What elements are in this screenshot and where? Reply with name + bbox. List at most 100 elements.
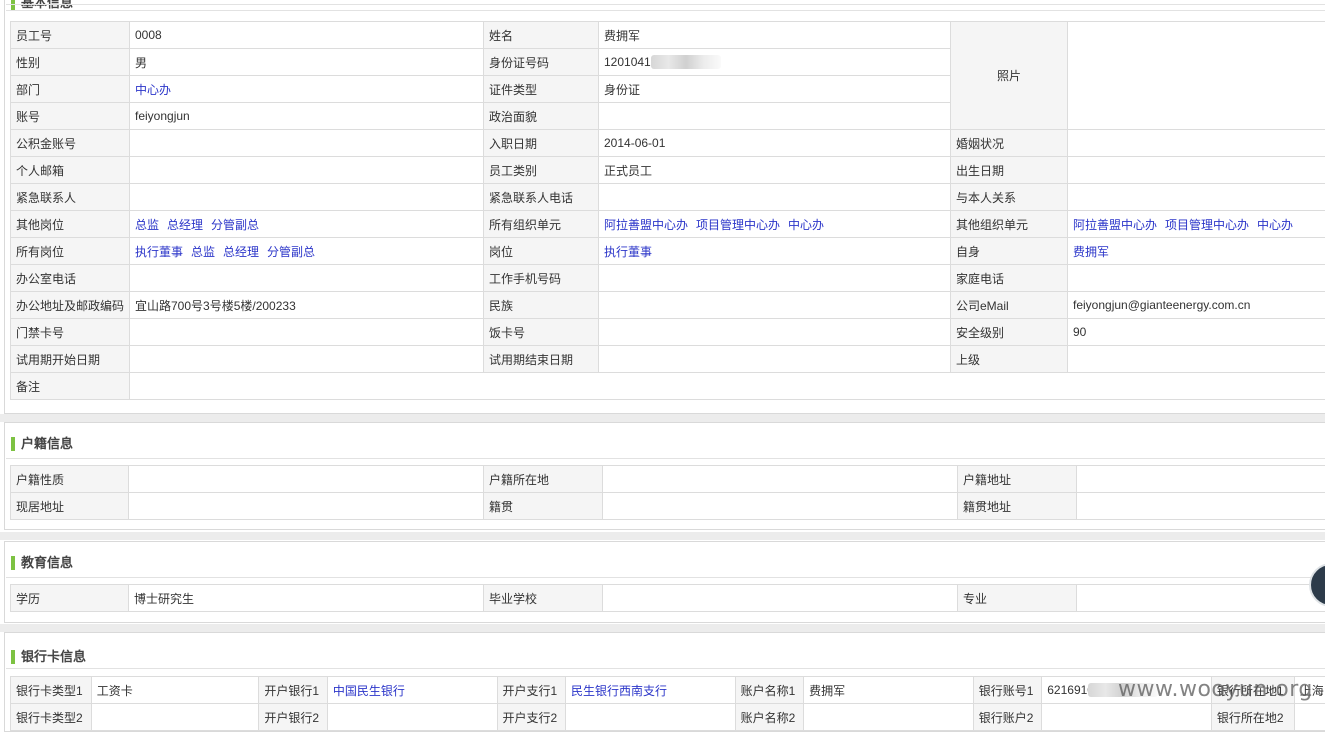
account-label: 账号 bbox=[11, 103, 130, 130]
education-table: 学历 博士研究生 毕业学校 专业 bbox=[10, 584, 1325, 612]
table-row: 个人邮箱 员工类别 正式员工 出生日期 bbox=[11, 157, 1325, 184]
marital-value bbox=[1068, 130, 1325, 157]
other-unit-link[interactable]: 项目管理中心办 bbox=[1165, 218, 1249, 232]
marital-label: 婚姻状况 bbox=[951, 130, 1068, 157]
holder-value: 费拥军 bbox=[804, 677, 974, 704]
card-type-value bbox=[91, 704, 259, 731]
other-post-link[interactable]: 总经理 bbox=[167, 218, 203, 232]
id-no-label: 身份证号码 bbox=[484, 49, 599, 76]
section-marker bbox=[11, 650, 15, 664]
acct-label: 银行账户2 bbox=[973, 704, 1041, 731]
household-location-label: 户籍所在地 bbox=[484, 466, 603, 493]
all-unit-link[interactable]: 阿拉善盟中心办 bbox=[604, 218, 688, 232]
other-units-cell: 阿拉善盟中心办项目管理中心办中心办 bbox=[1068, 211, 1325, 238]
other-posts-label: 其他岗位 bbox=[11, 211, 130, 238]
security-value: 90 bbox=[1068, 319, 1325, 346]
all-post-link[interactable]: 执行董事 bbox=[135, 245, 183, 259]
table-row: 员工号 0008 姓名 费拥军 照片 bbox=[11, 22, 1325, 49]
bank-label: 开户银行2 bbox=[259, 704, 327, 731]
political-value bbox=[599, 103, 951, 130]
meal-card-label: 饭卡号 bbox=[484, 319, 599, 346]
table-row: 现居地址 籍贯 籍贯地址 bbox=[11, 493, 1325, 520]
post-label: 岗位 bbox=[484, 238, 599, 265]
school-value bbox=[603, 585, 958, 612]
office-addr-label: 办公地址及邮政编码 bbox=[11, 292, 130, 319]
post-link[interactable]: 执行董事 bbox=[604, 245, 652, 259]
branch-label: 开户支行1 bbox=[497, 677, 565, 704]
all-unit-link[interactable]: 中心办 bbox=[788, 218, 824, 232]
section-marker bbox=[11, 437, 15, 451]
other-unit-link[interactable]: 中心办 bbox=[1257, 218, 1293, 232]
major-value bbox=[1077, 585, 1325, 612]
all-post-link[interactable]: 总经理 bbox=[223, 245, 259, 259]
remark-value bbox=[130, 373, 1325, 400]
photo-label: 照片 bbox=[951, 22, 1068, 130]
emergency-phone-label: 紧急联系人电话 bbox=[484, 184, 599, 211]
employee-no-value: 0008 bbox=[130, 22, 484, 49]
self-link[interactable]: 费拥军 bbox=[1073, 245, 1109, 259]
table-row: 备注 bbox=[11, 373, 1325, 400]
personal-email-label: 个人邮箱 bbox=[11, 157, 130, 184]
household-location-value bbox=[603, 466, 958, 493]
card-type-label: 银行卡类型1 bbox=[11, 677, 92, 704]
all-post-link[interactable]: 总监 bbox=[191, 245, 215, 259]
relation-label: 与本人关系 bbox=[951, 184, 1068, 211]
name-label: 姓名 bbox=[484, 22, 599, 49]
other-post-link[interactable]: 总监 bbox=[135, 218, 159, 232]
table-row: 所有岗位 执行董事总监总经理分管副总 岗位 执行董事 自身 费拥军 bbox=[11, 238, 1325, 265]
holder-value bbox=[804, 704, 974, 731]
id-no-cell: 12010419 bbox=[599, 49, 951, 76]
emergency-phone-value bbox=[599, 184, 951, 211]
emergency-label: 紧急联系人 bbox=[11, 184, 130, 211]
bank-label: 开户银行1 bbox=[259, 677, 327, 704]
trial-end-label: 试用期结束日期 bbox=[484, 346, 599, 373]
dept-link[interactable]: 中心办 bbox=[135, 83, 171, 97]
all-units-label: 所有组织单元 bbox=[484, 211, 599, 238]
household-nature-label: 户籍性质 bbox=[11, 466, 129, 493]
birth-label: 出生日期 bbox=[951, 157, 1068, 184]
table-row: 其他岗位 总监总经理分管副总 所有组织单元 阿拉善盟中心办项目管理中心办中心办 … bbox=[11, 211, 1325, 238]
home-phone-value bbox=[1068, 265, 1325, 292]
emp-type-value: 正式员工 bbox=[599, 157, 951, 184]
table-row: 户籍性质 户籍所在地 户籍地址 bbox=[11, 466, 1325, 493]
household-table: 户籍性质 户籍所在地 户籍地址 现居地址 籍贯 籍贯地址 bbox=[10, 465, 1325, 520]
superior-value bbox=[1068, 346, 1325, 373]
basic-info-table: 员工号 0008 姓名 费拥军 照片 性别 男 身份证号码 12010419 部… bbox=[10, 21, 1325, 400]
native-address-value bbox=[1077, 493, 1325, 520]
city-value bbox=[1294, 704, 1325, 731]
basic-title-rule-2 bbox=[6, 10, 1325, 11]
major-label: 专业 bbox=[958, 585, 1077, 612]
education-title: 教育信息 bbox=[11, 553, 73, 573]
id-type-value: 身份证 bbox=[599, 76, 951, 103]
all-unit-link[interactable]: 项目管理中心办 bbox=[696, 218, 780, 232]
all-post-link[interactable]: 分管副总 bbox=[267, 245, 315, 259]
bank-link[interactable]: 中国民生银行 bbox=[333, 684, 405, 698]
home-phone-label: 家庭电话 bbox=[951, 265, 1068, 292]
join-date-label: 入职日期 bbox=[484, 130, 599, 157]
account-value: feiyongjun bbox=[130, 103, 484, 130]
branch-link[interactable]: 民生银行西南支行 bbox=[571, 684, 667, 698]
trial-start-value bbox=[130, 346, 484, 373]
all-posts-label: 所有岗位 bbox=[11, 238, 130, 265]
trial-start-label: 试用期开始日期 bbox=[11, 346, 130, 373]
trial-end-value bbox=[599, 346, 951, 373]
name-value: 费拥军 bbox=[599, 22, 951, 49]
other-unit-link[interactable]: 阿拉善盟中心办 bbox=[1073, 218, 1157, 232]
photo-cell[interactable] bbox=[1068, 22, 1325, 130]
other-post-link[interactable]: 分管副总 bbox=[211, 218, 259, 232]
remark-label: 备注 bbox=[11, 373, 130, 400]
door-card-label: 门禁卡号 bbox=[11, 319, 130, 346]
bank-value bbox=[327, 704, 497, 731]
household-address-label: 户籍地址 bbox=[958, 466, 1077, 493]
branch-value bbox=[565, 704, 735, 731]
company-email-value: feiyongjun@gianteenergy.com.cn bbox=[1068, 292, 1325, 319]
gender-value: 男 bbox=[130, 49, 484, 76]
political-label: 政治面貌 bbox=[484, 103, 599, 130]
native-address-label: 籍贯地址 bbox=[958, 493, 1077, 520]
degree-label: 学历 bbox=[11, 585, 129, 612]
meal-card-value bbox=[599, 319, 951, 346]
company-email-label: 公司eMail bbox=[951, 292, 1068, 319]
other-posts-cell: 总监总经理分管副总 bbox=[130, 211, 484, 238]
all-posts-cell: 执行董事总监总经理分管副总 bbox=[130, 238, 484, 265]
current-address-label: 现居地址 bbox=[11, 493, 129, 520]
